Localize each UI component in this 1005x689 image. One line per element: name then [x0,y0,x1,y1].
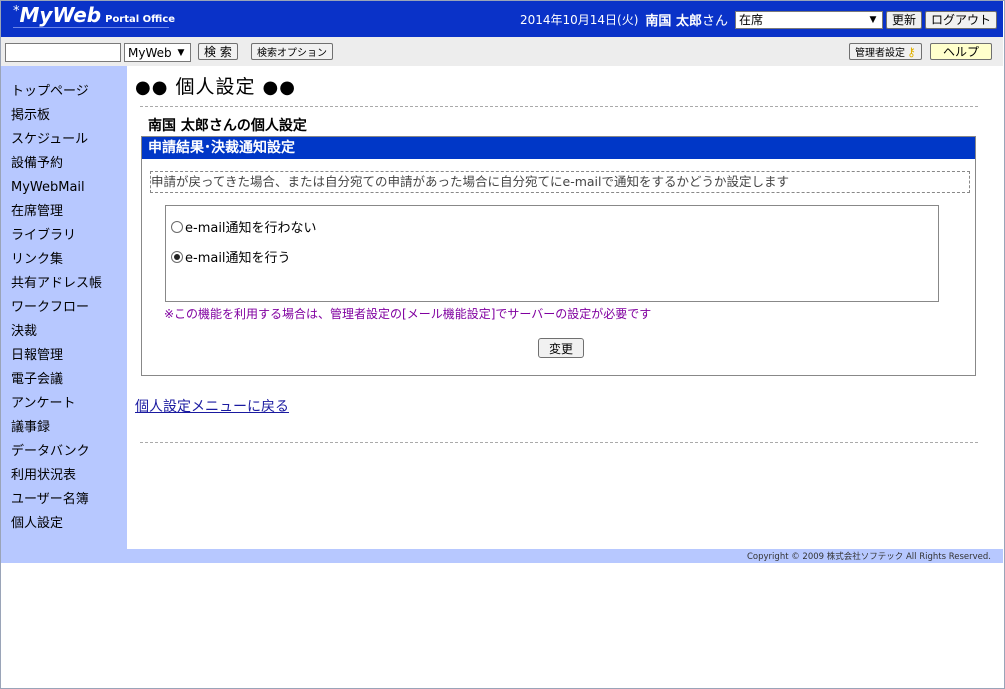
sidebar: トップページ 掲示板 スケジュール 設備予約 MyWebMail 在席管理 ライ… [1,66,127,549]
title-bullets-left: ●● [135,77,169,98]
sidebar-item-minutes[interactable]: 議事録 [11,416,102,440]
logo-underline [13,27,169,28]
config-note: ※この機能を利用する場合は、管理者設定の[メール機能設定]でサーバーの設定が必要… [164,307,652,321]
sidebar-item-approval[interactable]: 決裁 [11,320,102,344]
divider-top [140,106,978,107]
sidebar-item-daily-report[interactable]: 日報管理 [11,344,102,368]
settings-panel: 申請結果･決裁通知設定 申請が戻ってきた場合、または自分宛ての申請があった場合に… [141,136,976,376]
sidebar-item-personal-settings[interactable]: 個人設定 [11,512,102,536]
help-button[interactable]: ヘルプ [930,43,992,60]
sidebar-item-address-book[interactable]: 共有アドレス帳 [11,272,102,296]
user-suffix: さん [701,14,728,29]
logo[interactable]: *MyWeb Portal Office [13,3,175,27]
chevron-down-icon: ▼ [869,14,877,25]
sidebar-item-library[interactable]: ライブラリ [11,224,102,248]
logo-sub: Portal Office [105,14,176,25]
admin-settings-button[interactable]: 管理者設定 ⚷ [849,43,922,60]
status-select-value: 在席 [738,13,763,27]
sidebar-item-facility[interactable]: 設備予約 [11,152,102,176]
sidebar-item-links[interactable]: リンク集 [11,248,102,272]
chevron-down-icon: ▼ [177,47,185,58]
notification-options: e-mail通知を行わない e-mail通知を行う [165,205,939,302]
user-name: 南国 太郎 [645,14,702,29]
radio-notify[interactable] [171,250,183,263]
sidebar-item-user-directory[interactable]: ユーザー名簿 [11,488,102,512]
sidebar-menu: トップページ 掲示板 スケジュール 設備予約 MyWebMail 在席管理 ライ… [11,80,102,536]
sidebar-item-bulletin[interactable]: 掲示板 [11,104,102,128]
sidebar-item-top[interactable]: トップページ [11,80,102,104]
panel-title: 申請結果･決裁通知設定 [142,137,975,159]
option-no-notify-label: e-mail通知を行わない [185,221,317,236]
title-bullets-right: ●● [262,77,296,98]
sidebar-item-survey[interactable]: アンケート [11,392,102,416]
admin-settings-label: 管理者設定 [855,48,905,59]
page-title-text: 個人設定 [175,76,256,98]
copyright: Copyright © 2009 株式会社ソフテック All Rights Re… [747,552,991,562]
search-options-button[interactable]: 検索オプション [251,43,333,60]
sidebar-item-usage[interactable]: 利用状況表 [11,464,102,488]
back-to-settings-link[interactable]: 個人設定メニューに戻る [135,396,289,416]
option-no-notify[interactable]: e-mail通知を行わない [171,217,317,236]
sidebar-item-databank[interactable]: データバンク [11,440,102,464]
option-notify-label: e-mail通知を行う [185,251,291,266]
header-date: 2014年10月14日(火) [519,13,639,27]
header-user: 南国 太郎さん [645,10,728,29]
sidebar-item-workflow[interactable]: ワークフロー [11,296,102,320]
logo-star: * [13,4,20,19]
key-icon: ⚷ [907,44,916,59]
status-select[interactable]: 在席 ▼ [734,10,883,29]
divider-bottom [140,442,978,443]
radio-no-notify[interactable] [171,220,183,233]
refresh-button[interactable]: 更新 [885,10,922,29]
search-input[interactable] [5,43,121,62]
panel-description: 申請が戻ってきた場合、または自分宛ての申請があった場合に自分宛てにe-mailで… [150,171,970,193]
app-select[interactable]: MyWeb ▼ [124,43,191,62]
logo-brand: MyWeb [19,3,102,27]
header-bar: *MyWeb Portal Office 2014年10月14日(火) 南国 太郎… [1,1,1003,37]
option-notify[interactable]: e-mail通知を行う [171,247,291,266]
toolbar: MyWeb ▼ 検 索 検索オプション 管理者設定 ⚷ ヘルプ [1,37,1003,66]
sidebar-item-schedule[interactable]: スケジュール [11,128,102,152]
search-button[interactable]: 検 索 [198,43,238,60]
sidebar-item-mail[interactable]: MyWebMail [11,176,102,200]
logout-button[interactable]: ログアウト [924,10,997,29]
sidebar-item-presence[interactable]: 在席管理 [11,200,102,224]
section-subtitle: 南国 太郎さんの個人設定 [148,118,307,134]
page-title: ●● 個人設定 ●● [135,72,296,99]
main-content: ●● 個人設定 ●● 南国 太郎さんの個人設定 申請結果･決裁通知設定 申請が戻… [127,66,1003,549]
change-button[interactable]: 変更 [538,338,585,358]
header-controls: 2014年10月14日(火) 南国 太郎さん 在席 ▼ 更新 ログアウト [520,10,997,29]
sidebar-item-conference[interactable]: 電子会議 [11,368,102,392]
footer: Copyright © 2009 株式会社ソフテック All Rights Re… [1,549,1003,563]
app-select-value: MyWeb [128,45,172,60]
